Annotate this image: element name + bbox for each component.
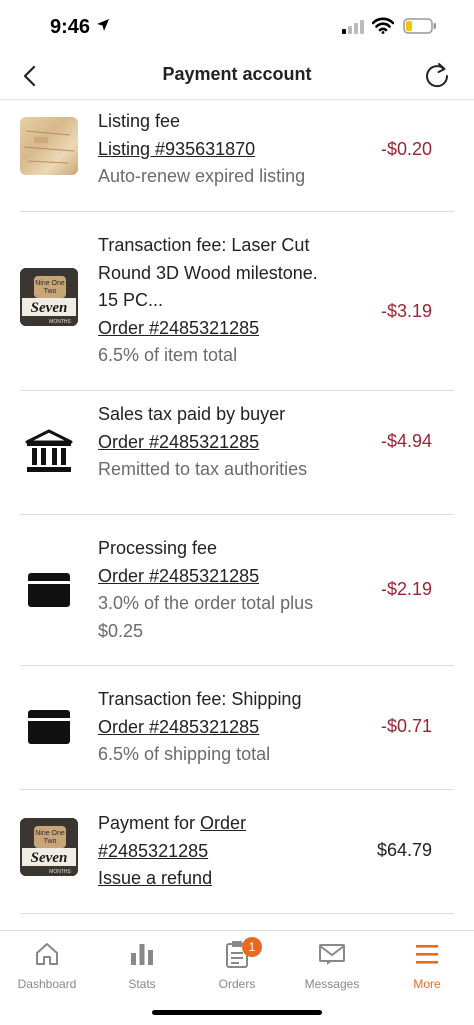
listing-link[interactable]: Listing #935631870 [98,139,255,159]
transaction-text: Processing fee Order #2485321285 3.0% of… [98,535,358,645]
transaction-subtitle: 6.5% of item total [98,345,238,365]
issue-refund-link[interactable]: Issue a refund [98,868,212,888]
transaction-row-listing-fee[interactable]: Listing fee Listing #935631870 Auto-rene… [20,101,454,212]
transaction-row-processing-fee[interactable]: Processing fee Order #2485321285 3.0% of… [20,515,454,666]
thumb-text-1: Nine One [35,280,65,287]
home-icon [0,939,94,969]
transaction-amount: -$3.19 [380,301,432,321]
nav-bar: Payment account [0,52,474,100]
location-arrow-icon [96,18,110,37]
tab-label: Messages [304,977,360,991]
thumb-text-3: Seven [31,850,68,866]
transaction-subtitle: 6.5% of shipping total [98,744,271,764]
tab-label: Stats [128,977,156,991]
transaction-title: Transaction fee: Shipping [98,689,302,709]
transaction-subtitle-line-1: 3.0% of the order total plus [98,593,314,613]
transaction-subtitle: Remitted to tax authorities [98,459,308,479]
transaction-text: Listing fee Listing #935631870 Auto-rene… [98,108,348,191]
tab-more[interactable]: More [380,939,474,991]
thumb-text-3: Seven [31,300,68,316]
transaction-amount: -$2.19 [380,579,432,599]
page-title: Payment account [162,64,312,84]
transaction-row-transaction-fee[interactable]: Nine One Two Seven MONTHS Transaction fe… [20,212,454,391]
home-indicator [152,1010,322,1015]
transaction-title: Sales tax paid by buyer [98,404,286,424]
card-icon [20,710,78,744]
transaction-amount: $64.79 [376,840,432,860]
transaction-row-payment[interactable]: Nine One Two Seven MONTHS Payment for Or… [20,790,454,914]
wood-milestone-thumbnail: Nine One Two Seven MONTHS [20,268,78,326]
tab-label: Orders [218,977,256,991]
transaction-text: Payment for Order #2485321285 Issue a re… [98,810,358,893]
wood-milestone-thumbnail: Nine One Two Seven MONTHS [20,818,78,876]
transaction-text: Transaction fee: Shipping Order #2485321… [98,686,358,769]
transaction-title: Listing fee [98,111,181,131]
thumb-text-4: MONTHS [49,869,71,875]
thumb-text-1: Nine One [35,830,65,837]
transaction-title-line-1: Transaction fee: Laser Cut [98,235,310,255]
order-link[interactable]: Order #2485321285 [98,566,259,586]
order-link-part-2[interactable]: #2485321285 [98,841,208,861]
transaction-row-sales-tax[interactable]: Sales tax paid by buyer Order #248532128… [20,391,454,515]
tab-messages[interactable]: Messages [285,939,379,991]
order-link-part-1[interactable]: Order [200,813,246,833]
transaction-title: Processing fee [98,538,218,558]
card-icon [20,573,78,607]
transaction-text: Sales tax paid by buyer Order #248532128… [98,401,358,484]
bank-icon [20,427,78,477]
mail-icon [285,939,379,969]
order-link[interactable]: Order #2485321285 [98,717,259,737]
transaction-subtitle-line-2: $0.25 [98,620,144,641]
tab-stats[interactable]: Stats [95,939,189,991]
transaction-title: Payment for [98,813,201,833]
orders-badge: 1 [242,937,262,957]
transaction-title-line-3: 15 PC... [98,290,164,310]
clipboard-icon: 1 [190,937,284,969]
menu-icon [380,939,474,969]
tab-orders[interactable]: 1 Orders [190,937,284,991]
tab-label: Dashboard [17,977,77,991]
wood-listing-thumbnail [20,117,78,175]
battery-icon [403,18,437,39]
transaction-amount: -$0.20 [380,139,432,159]
thumb-text-4: MONTHS [49,319,71,325]
tab-label: More [413,977,441,991]
transaction-row-shipping-fee[interactable]: Transaction fee: Shipping Order #2485321… [20,666,454,790]
tab-dashboard[interactable]: Dashboard [0,939,94,991]
transaction-amount: -$0.71 [380,716,432,736]
order-link[interactable]: Order #2485321285 [98,318,259,338]
transaction-title-line-2: Round 3D Wood milestone. [98,262,318,283]
wifi-icon [371,17,395,39]
transaction-subtitle: Auto-renew expired listing [98,166,306,186]
status-time: 9:46 [50,16,91,38]
bar-chart-icon [95,939,189,969]
transaction-list: Listing fee Listing #935631870 Auto-rene… [0,101,474,914]
thumb-text-2: Two [44,288,57,295]
signal-icon [342,20,366,39]
transaction-amount: -$4.94 [380,431,432,451]
status-bar: 9:46 [0,0,474,52]
refresh-icon[interactable] [420,58,454,92]
order-link[interactable]: Order #2485321285 [98,432,259,452]
thumb-text-2: Two [44,838,57,845]
transaction-text: Transaction fee: Laser Cut Round 3D Wood… [98,232,358,370]
